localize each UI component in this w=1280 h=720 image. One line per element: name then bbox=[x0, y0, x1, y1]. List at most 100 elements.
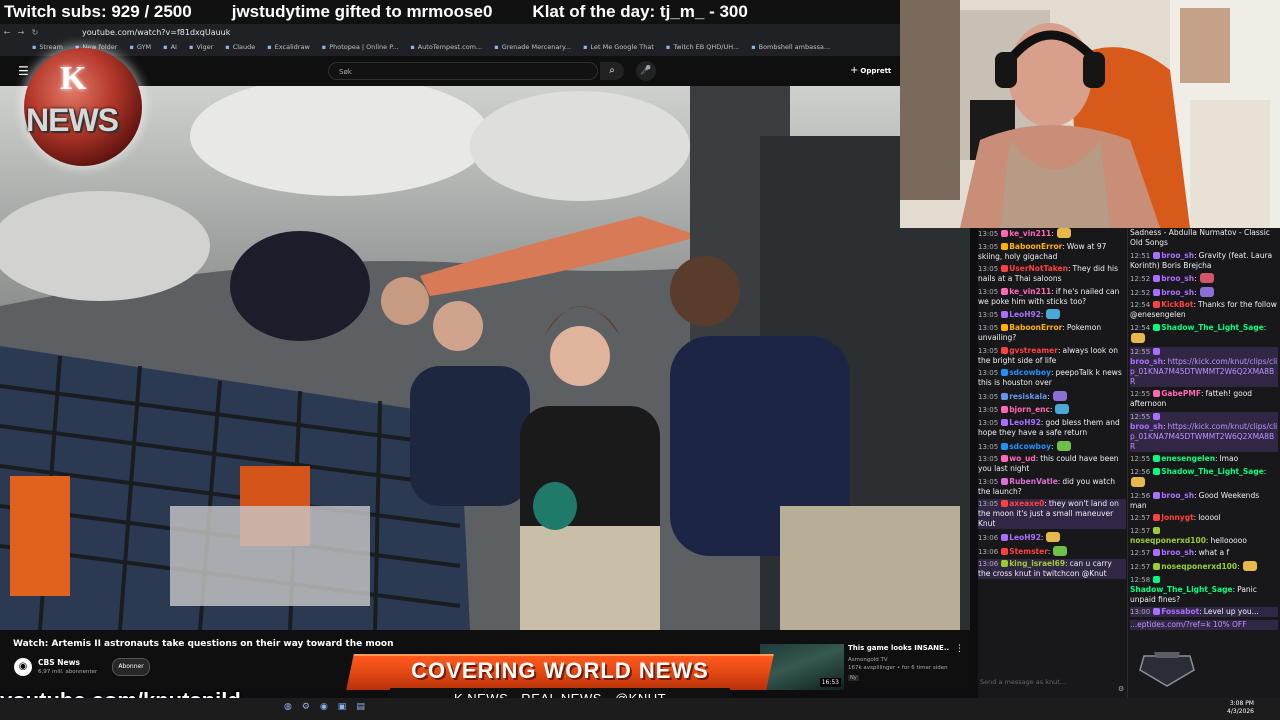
badge-icon bbox=[1153, 562, 1161, 570]
bookmark-item[interactable]: Twitch EB QHD/UH... bbox=[666, 43, 739, 51]
chat-settings-icon[interactable]: ⚙ bbox=[1118, 685, 1124, 693]
settings-icon[interactable]: ⚙ bbox=[302, 702, 310, 712]
clock[interactable]: 3:08 PM 4/3/2026 bbox=[1227, 700, 1254, 716]
chat-username[interactable]: Fossabot bbox=[1161, 607, 1202, 616]
chat-timestamp: 13:06 bbox=[978, 547, 999, 556]
chat-timestamp: 12:55 bbox=[1130, 390, 1151, 399]
search-input[interactable]: Søk bbox=[328, 62, 598, 80]
create-button[interactable]: + Opprett bbox=[850, 65, 891, 76]
chat-text: they won't land on the moon it's just a … bbox=[978, 499, 1119, 529]
chat-timestamp: 13:05 bbox=[978, 406, 999, 415]
chat-username[interactable]: sdcowboy bbox=[1009, 368, 1053, 377]
bookmark-item[interactable]: Bombshell ambassa... bbox=[751, 43, 830, 51]
chat-username[interactable]: BaboonError bbox=[1009, 323, 1065, 332]
taskbar: ◍ ⚙ ◉ ▣ ▤ 3:08 PM 4/3/2026 bbox=[0, 698, 1280, 720]
chat-username[interactable]: Shadow_The_Light_Sage bbox=[1130, 585, 1235, 594]
subscribe-button[interactable]: Abonner bbox=[112, 658, 150, 676]
chat-message: ...eptides.com/?ref=k 10% OFF bbox=[1130, 619, 1278, 630]
bookmark-item[interactable]: Photopea | Online P... bbox=[322, 43, 398, 51]
browser-icon[interactable]: ◉ bbox=[320, 702, 328, 712]
chat-username[interactable]: enesengelen bbox=[1161, 454, 1217, 463]
chat-username[interactable]: GabePMF bbox=[1161, 389, 1203, 398]
klat-of-day: Klat of the day: tj_m_ - 300 bbox=[532, 2, 748, 21]
channel-avatar[interactable]: ◉ bbox=[14, 658, 32, 676]
chat-username[interactable]: broo_sh bbox=[1161, 274, 1196, 283]
chat-message: 12:55 enesengelenlmao bbox=[1130, 454, 1278, 464]
chat-username[interactable]: LeoH92 bbox=[1009, 310, 1043, 319]
chat-username[interactable]: broo_sh bbox=[1130, 357, 1165, 366]
app-icon[interactable]: ▣ bbox=[338, 702, 347, 712]
chat-username[interactable]: bjorn_enc bbox=[1009, 405, 1052, 414]
video-player[interactable] bbox=[0, 86, 970, 630]
chat-username[interactable]: Shadow_The_Light_Sage bbox=[1161, 467, 1266, 476]
chat-username[interactable]: UserNotTaken bbox=[1009, 264, 1070, 273]
chat-timestamp: 12:54 bbox=[1130, 323, 1151, 332]
chat-username[interactable]: gvstreamer bbox=[1009, 346, 1060, 355]
chat-message: 13:06king_israel69can u carry the cross … bbox=[978, 559, 1126, 580]
chat-username[interactable]: broo_sh bbox=[1161, 251, 1196, 260]
channel-name[interactable]: CBS News bbox=[38, 658, 80, 667]
chat-username[interactable]: Jonnygt bbox=[1161, 513, 1196, 522]
emote-icon bbox=[1052, 390, 1067, 401]
forward-icon[interactable]: → bbox=[14, 28, 28, 37]
voice-search-button[interactable]: 🎤 bbox=[636, 61, 656, 81]
chat-username[interactable]: noseqponerxd100 bbox=[1130, 536, 1208, 545]
chat-username[interactable]: ke_vin211 bbox=[1009, 287, 1054, 296]
clock-time: 3:08 PM bbox=[1229, 700, 1254, 707]
chat-input[interactable]: Send a message as knut... bbox=[980, 675, 1130, 689]
chat-username[interactable]: LeoH92 bbox=[1009, 533, 1043, 542]
chat-username[interactable]: broo_sh bbox=[1161, 548, 1196, 557]
chat-username[interactable]: RubenVatle bbox=[1009, 477, 1060, 486]
recommended-channel: Asmongold TV bbox=[848, 657, 888, 663]
recommended-thumbnail[interactable]: 16:53 bbox=[760, 644, 844, 690]
chat-username[interactable]: broo_sh bbox=[1130, 422, 1165, 431]
whatsapp-icon[interactable]: ◍ bbox=[284, 702, 292, 712]
bookmark-item[interactable]: Viger bbox=[189, 43, 213, 51]
chat-message: Sadness - Abdulla Nurmatov - Classic Old… bbox=[1130, 228, 1278, 248]
chat-text: hellooooo bbox=[1210, 535, 1247, 545]
bookmark-item[interactable]: GYM bbox=[129, 43, 151, 51]
emote-icon bbox=[1242, 560, 1257, 571]
chat-link[interactable]: ...eptides.com/?ref=k 10% OFF bbox=[1130, 620, 1247, 629]
chat-username[interactable]: noseqponerxd100 bbox=[1161, 562, 1239, 571]
chat-timestamp: 13:05 bbox=[978, 311, 999, 320]
address-row: ← → ↻ youtube.com/watch?v=f81dxqUauuk bbox=[0, 24, 900, 40]
search-button[interactable]: ⌕ bbox=[600, 62, 624, 80]
bookmark-item[interactable]: AutoTempest.com... bbox=[410, 43, 483, 51]
chat-username[interactable]: king_israel69 bbox=[1009, 559, 1067, 568]
chat-username[interactable]: axeaxe0 bbox=[1009, 499, 1047, 508]
plus-icon: + bbox=[850, 65, 859, 76]
chat-username[interactable]: broo_sh bbox=[1161, 491, 1196, 500]
bookmark-item[interactable]: AI bbox=[163, 43, 177, 51]
address-bar[interactable]: youtube.com/watch?v=f81dxqUauuk bbox=[82, 28, 230, 37]
bookmark-item[interactable]: Excalidraw bbox=[267, 43, 310, 51]
chat-username[interactable]: Stemster bbox=[1009, 547, 1050, 556]
chat-timestamp: 12:52 bbox=[1130, 288, 1151, 297]
chat-username[interactable]: LeoH92 bbox=[1009, 418, 1043, 427]
recommended-title[interactable]: This game looks INSANE.. bbox=[848, 644, 949, 652]
chat-timestamp: 13:05 bbox=[978, 442, 999, 451]
bookmark-item[interactable]: Grenade Mercenary... bbox=[494, 43, 571, 51]
chat-username[interactable]: BaboonError bbox=[1009, 242, 1065, 251]
chat-username[interactable]: broo_sh bbox=[1161, 288, 1196, 297]
chat-username[interactable]: KickBot bbox=[1161, 300, 1196, 309]
bookmark-item[interactable]: Let Me Google That bbox=[583, 43, 654, 51]
more-options-icon[interactable]: ⋮ bbox=[955, 644, 964, 654]
webcam-frame bbox=[900, 0, 1280, 228]
back-icon[interactable]: ← bbox=[0, 28, 14, 37]
bookmark-item[interactable]: Claude bbox=[225, 43, 256, 51]
chat-username[interactable]: sdcowboy bbox=[1009, 442, 1053, 451]
badge-icon bbox=[1153, 467, 1161, 475]
chat-username[interactable]: ke_vin211 bbox=[1009, 229, 1054, 238]
chat-text: this could have been you last night bbox=[978, 454, 1119, 474]
bookmark-item[interactable]: Stream bbox=[32, 43, 63, 51]
chat-username[interactable]: wo_ud bbox=[1009, 454, 1038, 463]
chat-panel: 13:05ke_vin21113:05BaboonErrorWow at 97 … bbox=[978, 228, 1280, 698]
chat-username[interactable]: resiskala bbox=[1009, 392, 1050, 401]
badge-icon bbox=[1001, 477, 1009, 485]
hamburger-menu-icon[interactable]: ☰ bbox=[18, 64, 29, 78]
reload-icon[interactable]: ↻ bbox=[28, 28, 42, 37]
badge-icon bbox=[1153, 288, 1161, 296]
chat-username[interactable]: Shadow_The_Light_Sage bbox=[1161, 323, 1266, 332]
folder-icon[interactable]: ▤ bbox=[356, 702, 365, 712]
